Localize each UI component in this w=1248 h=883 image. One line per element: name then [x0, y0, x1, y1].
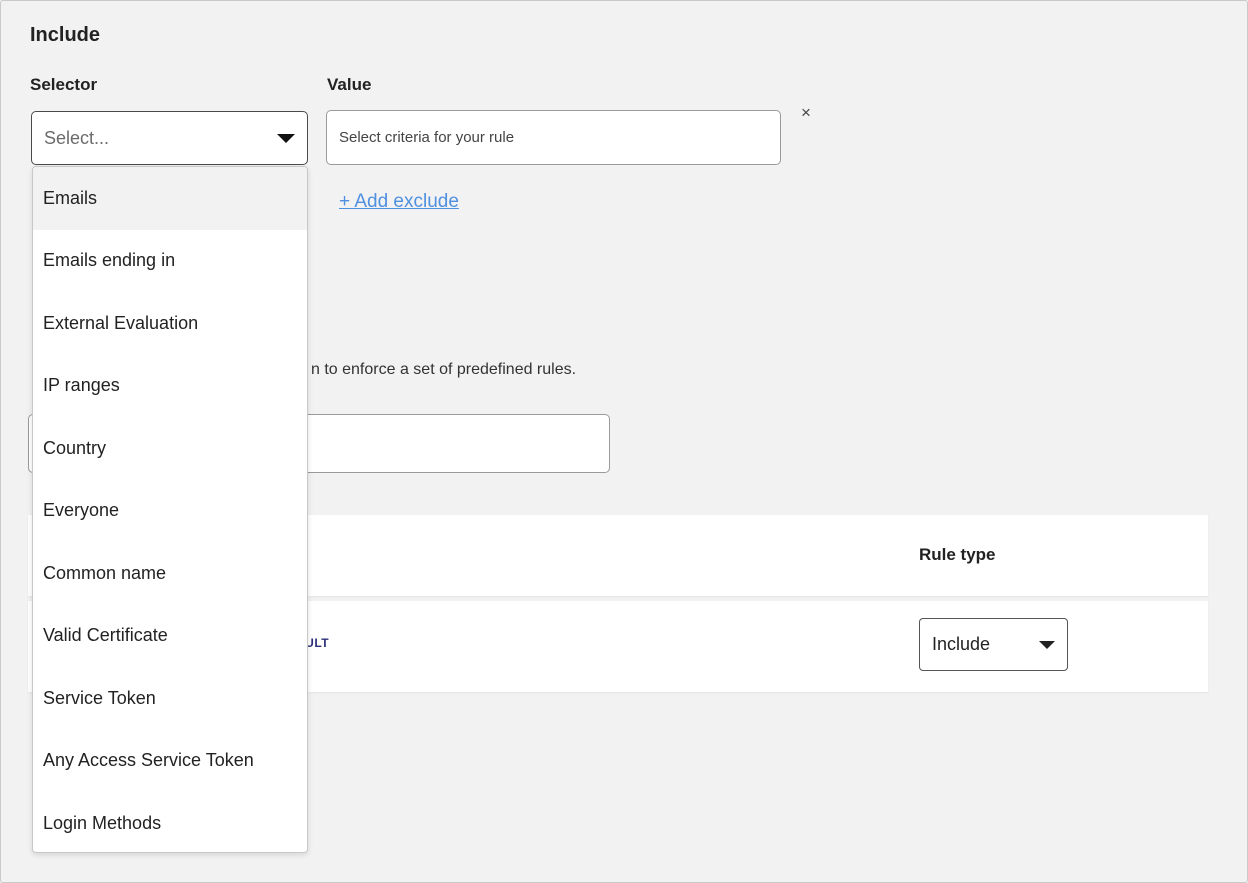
include-section-title: Include — [30, 24, 101, 46]
option-ip-ranges[interactable]: IP ranges — [33, 355, 307, 418]
option-everyone[interactable]: Everyone — [33, 480, 307, 543]
option-any-access-service-token[interactable]: Any Access Service Token — [33, 730, 307, 793]
selector-selected-value: Select... — [44, 127, 110, 148]
add-exclude-link[interactable]: + Add exclude — [339, 191, 459, 213]
remove-rule-icon[interactable]: × — [801, 103, 811, 123]
option-login-methods[interactable]: Login Methods — [33, 792, 307, 852]
value-input[interactable] — [326, 110, 781, 165]
option-country[interactable]: Country — [33, 417, 307, 480]
caret-down-icon — [1039, 640, 1055, 649]
rule-type-selected-value: Include — [932, 634, 991, 654]
value-label: Value — [327, 75, 372, 94]
rule-type-column-header: Rule type — [919, 545, 996, 564]
option-emails[interactable]: Emails — [33, 167, 307, 230]
selector-dropdown[interactable]: Select... — [31, 111, 308, 165]
selector-options-menu: Emails Emails ending in External Evaluat… — [32, 166, 308, 853]
caret-down-icon — [277, 133, 295, 143]
rule-groups-description: n to enforce a set of predefined rules. — [311, 361, 577, 378]
option-service-token[interactable]: Service Token — [33, 667, 307, 730]
selector-label: Selector — [30, 75, 98, 94]
rule-type-select[interactable]: Include — [919, 618, 1068, 671]
option-emails-ending-in[interactable]: Emails ending in — [33, 230, 307, 293]
option-valid-certificate[interactable]: Valid Certificate — [33, 605, 307, 668]
option-common-name[interactable]: Common name — [33, 542, 307, 605]
option-external-evaluation[interactable]: External Evaluation — [33, 292, 307, 355]
